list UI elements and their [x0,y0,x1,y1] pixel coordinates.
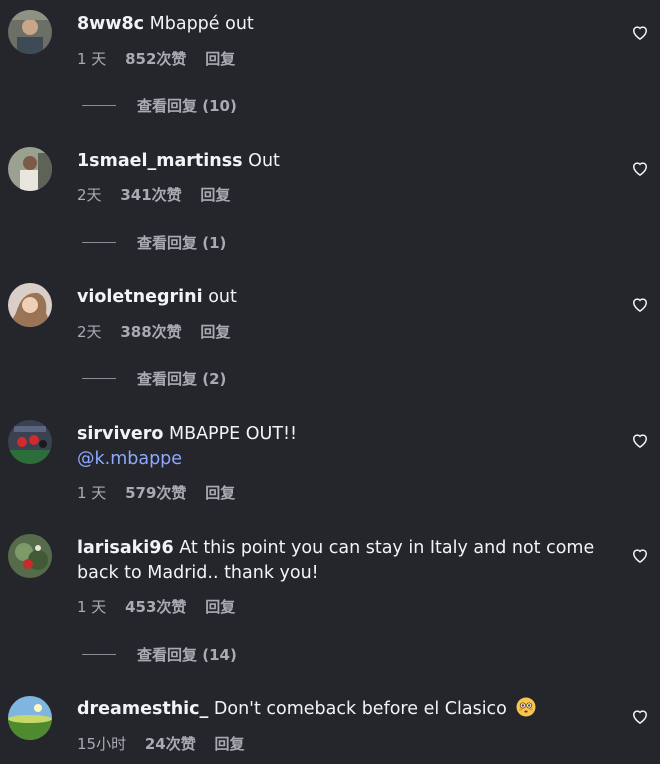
comment-username[interactable]: sirvivero [77,424,163,444]
comment-likes[interactable]: 579次赞 [125,484,186,502]
avatar[interactable] [8,283,52,327]
comment-body: 1smael_martinss Out [77,149,617,174]
comment-meta: 1 天 579次赞 回复 [77,482,249,503]
view-replies-label: 查看回复 (1) [137,234,227,252]
heart-outline-icon[interactable] [630,294,650,314]
view-replies-button[interactable]: 查看回复 (1) [82,232,226,253]
comment-time: 2天 [77,186,102,204]
heart-outline-icon[interactable] [630,430,650,450]
avatar[interactable] [8,534,52,578]
view-replies-button[interactable]: 查看回复 (10) [82,95,237,116]
comment-time: 2天 [77,323,102,341]
heart-outline-icon[interactable] [630,545,650,565]
reply-button[interactable]: 回复 [200,186,230,204]
comment-body: dreamesthic_ Don't comeback before el Cl… [77,697,617,722]
avatar[interactable] [8,147,52,191]
flushed-face-emoji [516,697,536,717]
comment-body: larisaki96 At this point you can stay in… [77,536,617,586]
heart-outline-icon[interactable] [630,158,650,178]
divider [82,378,116,379]
reply-button[interactable]: 回复 [205,50,235,68]
comment-meta: 15小时 24次赞 回复 [77,733,259,754]
avatar[interactable] [8,420,52,464]
view-replies-button[interactable]: 查看回复 (14) [82,644,237,665]
comment-body: sirvivero MBAPPE OUT!! @k.mbappe [77,422,617,472]
comment-username[interactable]: 8ww8c [77,14,144,34]
comment-meta: 1 天 453次赞 回复 [77,596,249,617]
comment-likes[interactable]: 453次赞 [125,598,186,616]
comment-text: Mbappé out [149,14,254,34]
comment-time: 1 天 [77,484,107,502]
divider [82,242,116,243]
comment-time: 15小时 [77,735,127,753]
reply-button[interactable]: 回复 [205,598,235,616]
comment-time: 1 天 [77,50,107,68]
comment-likes[interactable]: 24次赞 [145,735,196,753]
comment-likes[interactable]: 341次赞 [120,186,181,204]
comment-username[interactable]: larisaki96 [77,538,174,558]
comment-likes[interactable]: 388次赞 [120,323,181,341]
view-replies-label: 查看回复 (10) [137,97,237,115]
view-replies-label: 查看回复 (2) [137,370,227,388]
reply-button[interactable]: 回复 [215,735,245,753]
comment-body: 8ww8c Mbappé out [77,12,617,37]
avatar[interactable] [8,10,52,54]
comment-likes[interactable]: 852次赞 [125,50,186,68]
reply-button[interactable]: 回复 [205,484,235,502]
comment-username[interactable]: 1smael_martinss [77,151,243,171]
comment-text: Don't comeback before el Clasico [213,699,507,719]
view-replies-button[interactable]: 查看回复 (2) [82,368,226,389]
comment-body: violetnegrini out [77,285,617,310]
comment-text: MBAPPE OUT!! [168,424,298,444]
comment-username[interactable]: dreamesthic_ [77,699,208,719]
heart-outline-icon[interactable] [630,22,650,42]
divider [82,654,116,655]
reply-button[interactable]: 回复 [200,323,230,341]
comment-meta: 2天 388次赞 回复 [77,321,244,342]
comment-username[interactable]: violetnegrini [77,287,203,307]
comment-text: out [208,287,237,307]
view-replies-label: 查看回复 (14) [137,646,237,664]
heart-outline-icon[interactable] [630,706,650,726]
divider [82,105,116,106]
comment-text: Out [248,151,280,171]
comment-meta: 2天 341次赞 回复 [77,184,244,205]
comment-meta: 1 天 852次赞 回复 [77,48,249,69]
avatar[interactable] [8,696,52,740]
mention-link[interactable]: @k.mbappe [77,449,182,469]
comment-time: 1 天 [77,598,107,616]
